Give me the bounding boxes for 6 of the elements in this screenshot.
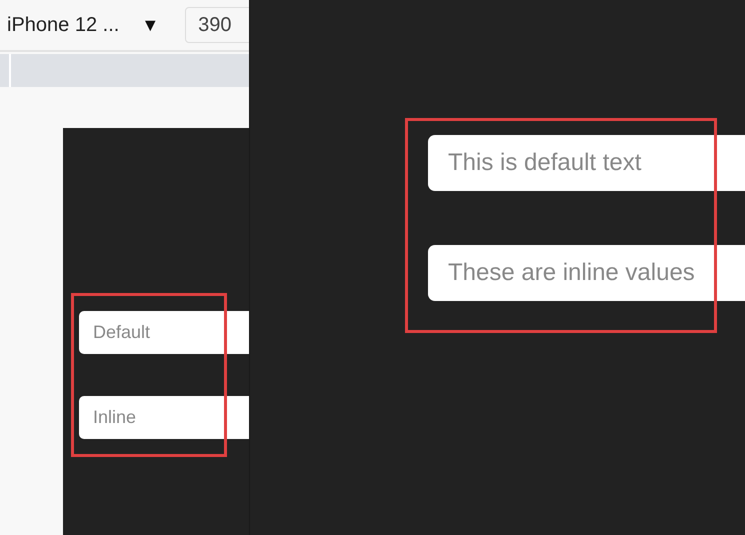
input-field[interactable]: This is default text xyxy=(428,135,745,191)
input-field[interactable]: These are inline values xyxy=(428,245,745,301)
device-select[interactable]: iPhone 12 ... xyxy=(7,10,120,40)
input-field[interactable]: Default xyxy=(79,311,249,354)
input-field[interactable]: Inline xyxy=(79,396,249,439)
width-field[interactable]: 390 xyxy=(185,7,249,43)
